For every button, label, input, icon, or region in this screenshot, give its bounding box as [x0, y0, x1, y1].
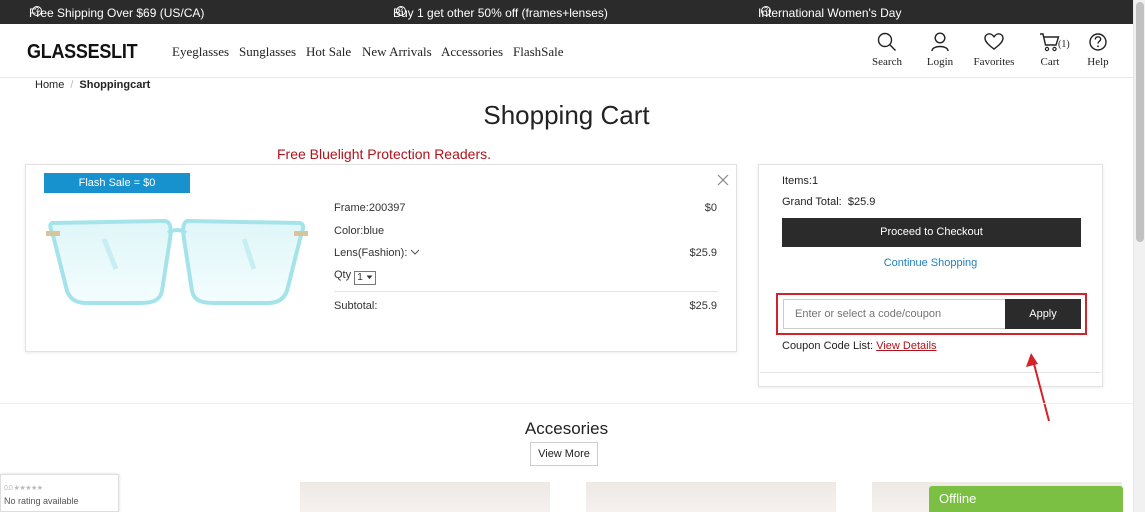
color-label: Color:blue [334, 225, 385, 237]
subtotal-label: Subtotal: [334, 300, 378, 312]
chat-status: Offline [939, 491, 977, 506]
lens-label: Lens(Fashion): [334, 247, 408, 259]
help-icon [1089, 33, 1107, 51]
accessories-title: Accesories [524, 419, 609, 438]
cart-tool[interactable]: (1) Cart [1025, 32, 1075, 68]
lens-price: $25.9 [689, 247, 717, 259]
nav-new-arrivals[interactable]: New Arrivals [362, 44, 432, 60]
accessory-thumbnail[interactable] [586, 482, 836, 512]
search-tool[interactable]: Search [862, 32, 912, 68]
nav-hot-sale[interactable]: Hot Sale [306, 44, 351, 60]
qty-label: Qty [334, 269, 352, 281]
promo-message: Free Bluelight Protection Readers. [277, 146, 491, 162]
qty-row: Qty 1 [334, 269, 376, 285]
heart-icon [984, 33, 1004, 50]
info-icon[interactable]: ? [32, 6, 42, 16]
dropdown-arrow-icon [366, 275, 373, 279]
close-icon[interactable] [716, 173, 730, 187]
rating-text: No rating available [4, 496, 79, 506]
scrollbar-thumb[interactable] [1136, 2, 1144, 242]
page-scrollbar[interactable] [1133, 0, 1145, 512]
search-label: Search [872, 56, 902, 68]
qty-select[interactable]: 1 [354, 271, 376, 285]
rating-widget[interactable]: 0.0 ★★★★★ No rating available [0, 474, 119, 512]
divider [334, 291, 718, 292]
help-label: Help [1087, 56, 1109, 68]
promo-text: Buy 1 get other 50% off (frames+lenses) [393, 6, 608, 20]
flash-sale-badge: Flash Sale = $0 [44, 173, 190, 193]
page-title: Shopping Cart [483, 100, 650, 130]
grand-total-value: $25.9 [847, 196, 876, 208]
info-icon[interactable]: ? [396, 6, 406, 16]
site-header: GLASSESLIT Eyeglasses Sunglasses Hot Sal… [0, 24, 1133, 78]
divider [0, 403, 1133, 404]
promo-bar: Free Shipping Over $69 (US/CA)? Buy 1 ge… [0, 0, 1133, 24]
glasses-product-image[interactable] [44, 209, 312, 309]
grand-total: Grand Total: $25.9 [782, 196, 875, 208]
coupon-list-row: Coupon Code List: View Details [782, 340, 937, 352]
breadcrumb-separator: / [70, 79, 74, 91]
chat-widget[interactable]: Offline [929, 486, 1123, 512]
subtotal-value: $25.9 [689, 300, 717, 312]
view-details-link[interactable]: View Details [876, 340, 936, 352]
cart-item-card: Flash Sale = $0 Frame:200397 $0 Color:bl… [25, 164, 737, 352]
cart-label: Cart [1040, 56, 1060, 68]
promo-text: Free Shipping Over $69 (US/CA) [29, 6, 205, 20]
continue-shopping-link[interactable]: Continue Shopping [759, 257, 1102, 269]
nav-flashsale[interactable]: FlashSale [513, 44, 564, 60]
qty-value: 1 [357, 272, 363, 283]
help-tool[interactable]: Help [1073, 32, 1123, 68]
checkout-button[interactable]: Proceed to Checkout [782, 218, 1081, 247]
apply-button[interactable]: Apply [1005, 299, 1081, 329]
login-label: Login [926, 56, 954, 68]
annotation-arrow-icon [1026, 353, 1050, 422]
coupon-input[interactable] [783, 299, 1008, 329]
promo-text: International Women's Day [758, 6, 902, 20]
chevron-down-icon[interactable] [410, 249, 420, 256]
info-icon[interactable]: ? [761, 6, 771, 16]
nav-sunglasses[interactable]: Sunglasses [239, 44, 296, 60]
coupon-highlight-box: Apply [776, 293, 1087, 335]
favorites-label: Favorites [973, 56, 1015, 68]
breadcrumb-current: Shoppingcart [79, 79, 151, 91]
search-icon [877, 32, 896, 51]
breadcrumb: Home / Shoppingcart [35, 79, 150, 91]
lens-row[interactable]: Lens(Fashion): [334, 247, 420, 259]
nav-accessories[interactable]: Accessories [441, 44, 503, 60]
coupon-list-label: Coupon Code List: [782, 340, 874, 352]
nav-eyeglasses[interactable]: Eyeglasses [172, 44, 229, 60]
accessory-thumbnail[interactable] [300, 482, 550, 512]
items-count: Items:1 [782, 175, 819, 187]
view-more-button[interactable]: View More [530, 442, 598, 466]
breadcrumb-home[interactable]: Home [35, 79, 64, 91]
favorites-tool[interactable]: Favorites [969, 32, 1019, 68]
site-logo[interactable]: GLASSESLIT [27, 41, 138, 64]
rating-stars: 0.0 ★★★★★ [4, 485, 43, 492]
frame-price: $0 [704, 202, 717, 214]
login-tool[interactable]: Login [915, 32, 965, 68]
user-icon [931, 32, 949, 52]
frame-label: Frame:200397 [334, 202, 406, 214]
grand-total-label: Grand Total: [782, 196, 842, 208]
cart-count: (1) [1058, 39, 1070, 50]
